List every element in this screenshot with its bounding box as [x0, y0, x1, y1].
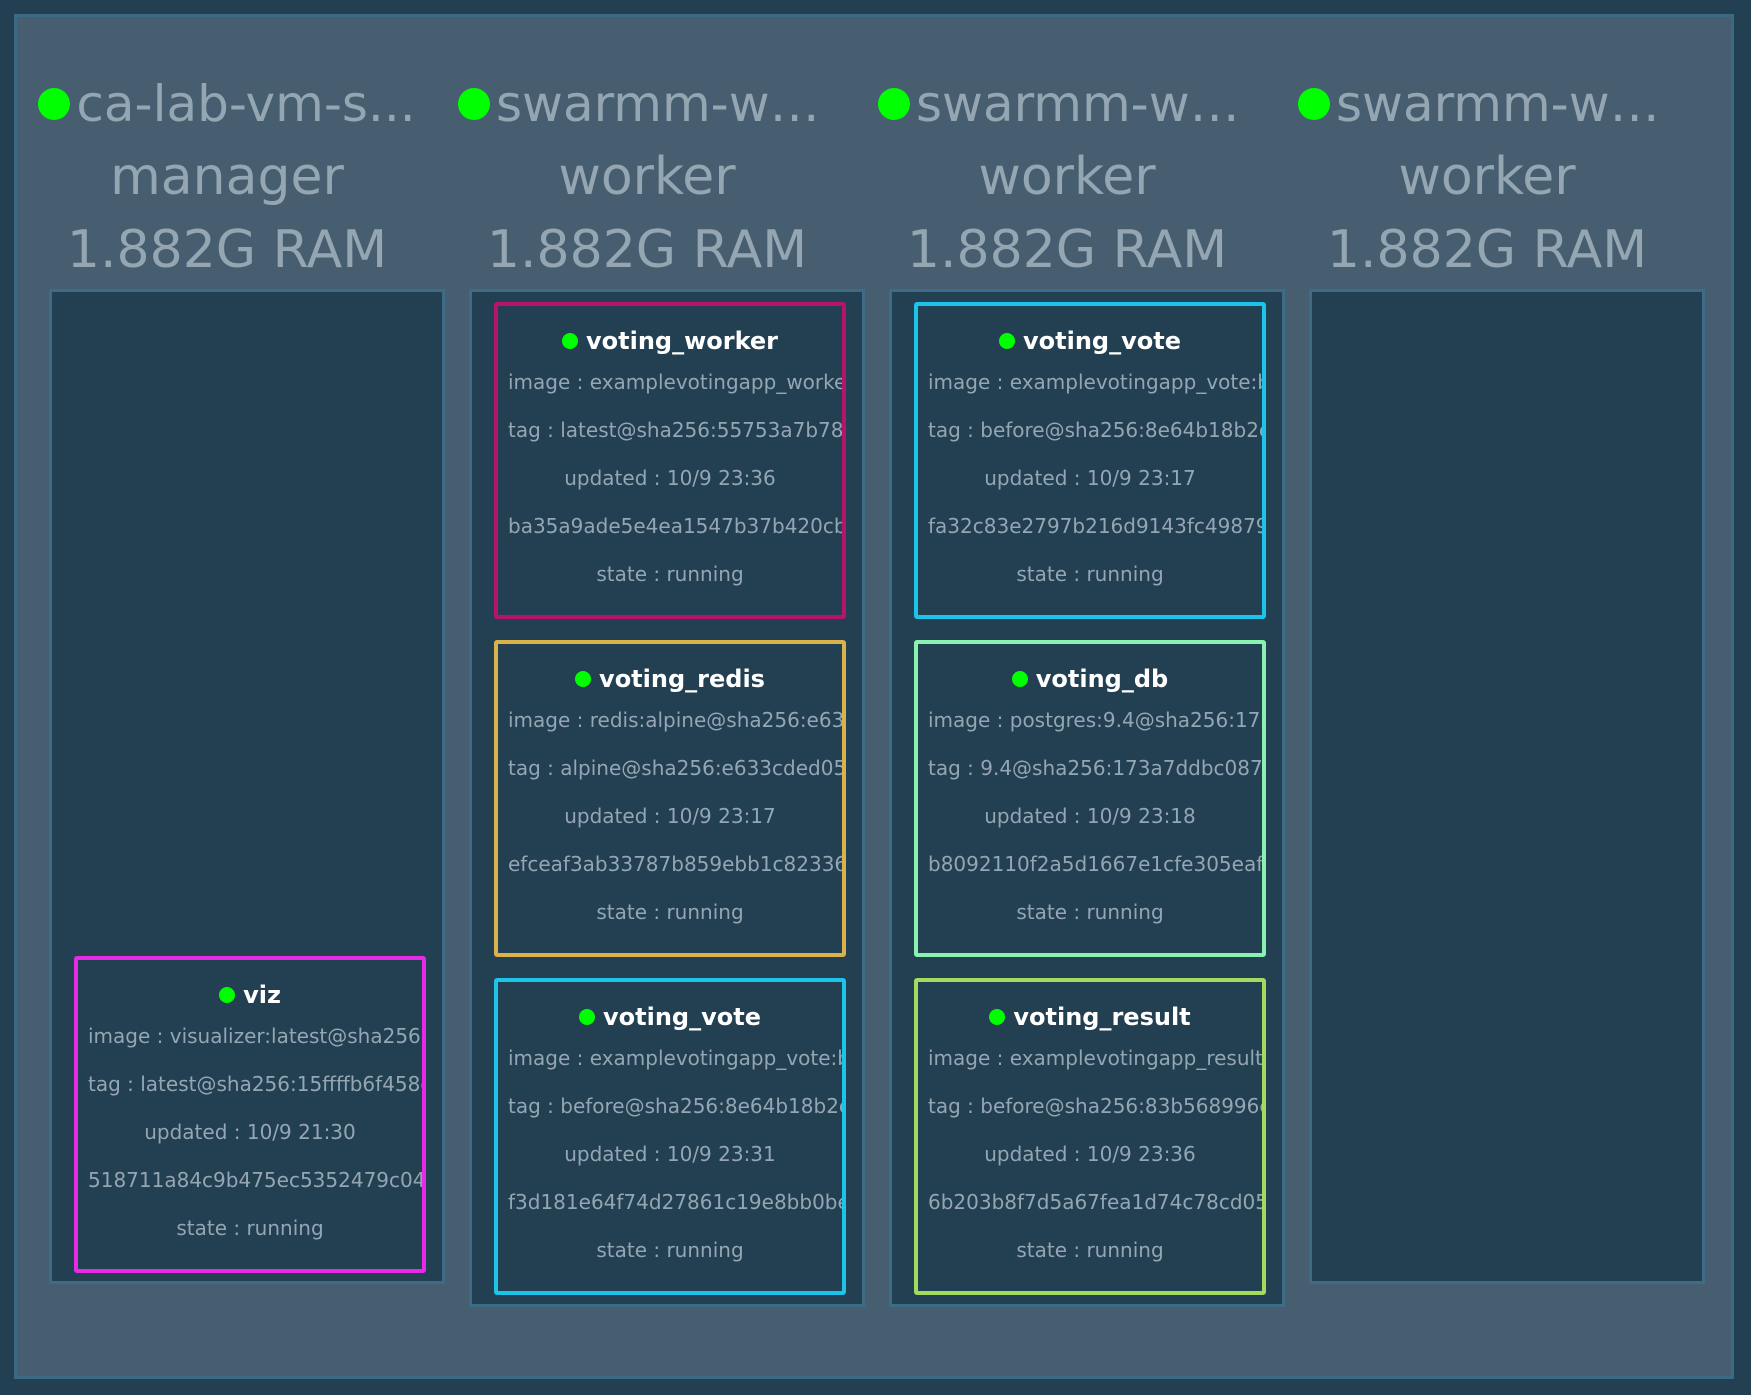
task-card-voting-db[interactable]: voting_db image : postgres:9.4@sha256:17…: [914, 640, 1266, 957]
status-dot-icon: [575, 671, 592, 687]
task-id: 6b203b8f7d5a67fea1d74c78cd05a5: [928, 1190, 1262, 1214]
node-role: worker: [978, 147, 1156, 207]
task-name: voting_vote: [603, 1003, 761, 1031]
node-name: swarmm-wo...: [437, 67, 857, 141]
task-tag: tag : latest@sha256:15ffffb6f458cfdf: [88, 1072, 422, 1096]
status-dot-icon: [219, 987, 236, 1003]
task-name: voting_vote: [1023, 327, 1181, 355]
task-title: viz: [78, 978, 422, 1012]
task-updated: updated : 10/9 23:36: [564, 466, 776, 490]
task-updated: updated : 10/9 23:17: [984, 466, 1196, 490]
task-tag: tag : latest@sha256:55753a7b7872d: [508, 418, 842, 442]
task-id: b8092110f2a5d1667e1cfe305eaf75c: [928, 852, 1262, 876]
task-tag: tag : before@sha256:8e64b18b2c87: [508, 1094, 842, 1118]
node-name-text: ca-lab-vm-s...: [76, 75, 416, 133]
status-dot-icon: [561, 333, 578, 349]
node-name: swarmm-wo...: [857, 67, 1277, 141]
task-state: state : running: [1016, 1238, 1164, 1262]
task-card-voting-worker[interactable]: voting_worker image : examplevotingapp_w…: [494, 302, 846, 619]
task-title: voting_result: [918, 1000, 1262, 1034]
task-name: voting_redis: [599, 665, 765, 693]
task-image: image : visualizer:latest@sha256:15f: [88, 1024, 422, 1048]
node-header: swarmm-wo... worker 1.882G RAM: [437, 67, 857, 287]
task-tag: tag : alpine@sha256:e633cded055a9: [508, 756, 842, 780]
node-name: ca-lab-vm-s...: [17, 67, 437, 141]
task-card-voting-vote[interactable]: voting_vote image : examplevotingapp_vot…: [914, 302, 1266, 619]
task-updated: updated : 10/9 23:36: [984, 1142, 1196, 1166]
task-title: voting_worker: [498, 324, 842, 358]
node-name-text: swarmm-wo...: [1336, 75, 1676, 133]
node-ram: 1.882G RAM: [66, 220, 388, 280]
visualizer-canvas: ca-lab-vm-s... manager 1.882G RAM viz im…: [14, 14, 1734, 1379]
node-role: worker: [558, 147, 736, 207]
node-header: swarmm-wo... worker 1.882G RAM: [857, 67, 1277, 287]
status-dot-icon: [579, 1009, 595, 1025]
status-dot-icon: [1298, 88, 1330, 120]
task-name: viz: [243, 981, 281, 1009]
task-image: image : examplevotingapp_result:be: [928, 1046, 1262, 1070]
task-updated: updated : 10/9 23:18: [984, 804, 1196, 828]
task-image: image : examplevotingapp_vote:befo: [508, 1046, 842, 1070]
task-state: state : running: [1016, 900, 1164, 924]
status-dot-icon: [38, 88, 71, 120]
node-header: swarmm-wo... worker 1.882G RAM: [1277, 67, 1697, 287]
node-name-text: swarmm-wo...: [916, 75, 1256, 133]
status-dot-icon: [878, 88, 910, 120]
node-task-area: [1309, 289, 1705, 1284]
node-task-area: viz image : visualizer:latest@sha256:15f…: [49, 289, 445, 1284]
task-title: voting_vote: [918, 324, 1262, 358]
task-image: image : redis:alpine@sha256:e633cd: [508, 708, 842, 732]
task-state: state : running: [596, 1238, 744, 1262]
task-updated: updated : 10/9 23:17: [564, 804, 776, 828]
node-ram: 1.882G RAM: [486, 220, 808, 280]
task-card-voting-redis[interactable]: voting_redis image : redis:alpine@sha256…: [494, 640, 846, 957]
node-name: swarmm-wo...: [1277, 67, 1697, 141]
node-name-text: swarmm-wo...: [496, 75, 836, 133]
status-dot-icon: [999, 333, 1015, 349]
task-updated: updated : 10/9 23:31: [564, 1142, 776, 1166]
node-header: ca-lab-vm-s... manager 1.882G RAM: [17, 67, 437, 287]
task-name: voting_result: [1013, 1003, 1191, 1031]
task-title: voting_db: [918, 662, 1262, 696]
status-dot-icon: [989, 1009, 1006, 1025]
task-image: image : postgres:9.4@sha256:173a7: [928, 708, 1262, 732]
task-tag: tag : before@sha256:83b568996e93: [928, 1094, 1262, 1118]
task-updated: updated : 10/9 21:30: [144, 1120, 356, 1144]
task-tag: tag : before@sha256:8e64b18b2c87: [928, 418, 1262, 442]
task-id: f3d181e64f74d27861c19e8bb0be30: [508, 1190, 842, 1214]
task-card-voting-vote[interactable]: voting_vote image : examplevotingapp_vot…: [494, 978, 846, 1295]
task-card-viz[interactable]: viz image : visualizer:latest@sha256:15f…: [74, 956, 426, 1273]
task-state: state : running: [596, 562, 744, 586]
node-ram: 1.882G RAM: [1326, 220, 1648, 280]
task-id: fa32c83e2797b216d9143fc49879402: [928, 514, 1262, 538]
node-role: manager: [110, 147, 344, 207]
task-id: 518711a84c9b475ec5352479c04785: [88, 1168, 422, 1192]
task-state: state : running: [1016, 562, 1164, 586]
node-ram: 1.882G RAM: [906, 220, 1228, 280]
task-title: voting_redis: [498, 662, 842, 696]
task-id: ba35a9ade5e4ea1547b37b420cb643: [508, 514, 842, 538]
task-image: image : examplevotingapp_vote:befo: [928, 370, 1262, 394]
task-tag: tag : 9.4@sha256:173a7ddbc0879fb: [928, 756, 1262, 780]
task-state: state : running: [176, 1216, 324, 1240]
task-state: state : running: [596, 900, 744, 924]
task-name: voting_worker: [585, 327, 779, 355]
status-dot-icon: [458, 88, 490, 120]
task-image: image : examplevotingapp_worker:la: [508, 370, 842, 394]
status-dot-icon: [1011, 671, 1028, 687]
task-card-voting-result[interactable]: voting_result image : examplevotingapp_r…: [914, 978, 1266, 1295]
task-name: voting_db: [1035, 665, 1169, 693]
task-id: efceaf3ab33787b859ebb1c8233614: [508, 852, 842, 876]
node-task-area: voting_vote image : examplevotingapp_vot…: [889, 289, 1285, 1307]
node-task-area: voting_worker image : examplevotingapp_w…: [469, 289, 865, 1307]
node-role: worker: [1398, 147, 1576, 207]
task-title: voting_vote: [498, 1000, 842, 1034]
